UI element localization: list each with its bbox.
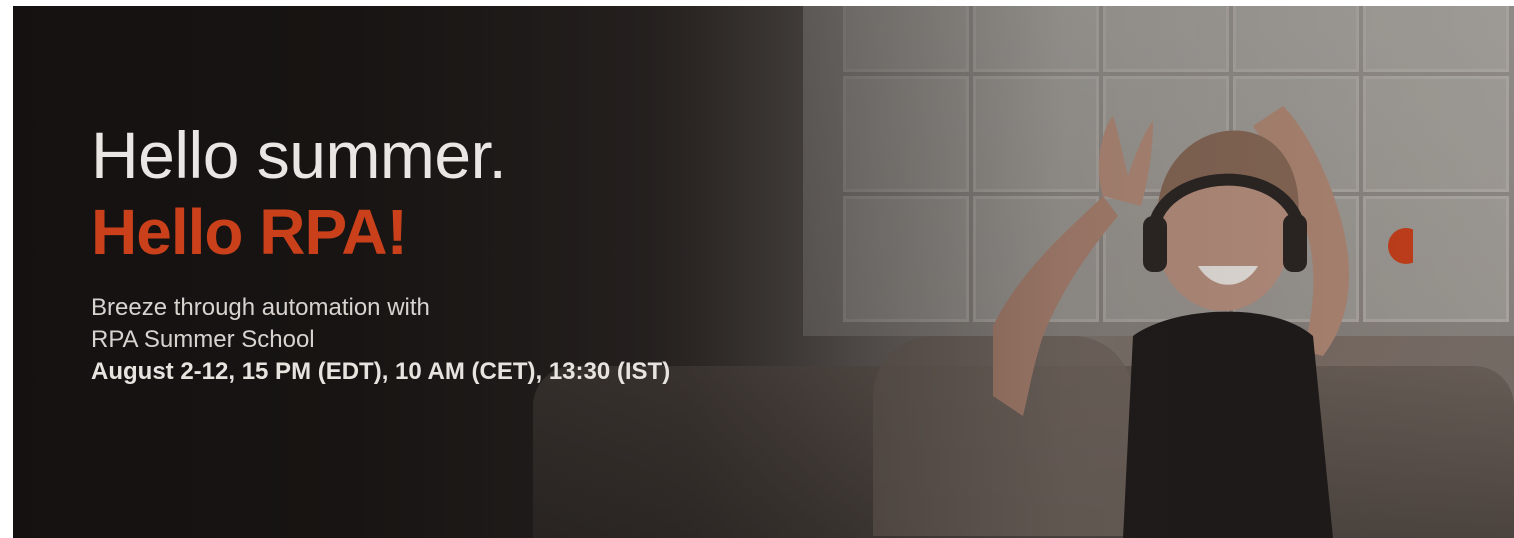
- promo-banner[interactable]: Hello summer. Hello RPA! Breeze through …: [13, 6, 1514, 538]
- page: Hello summer. Hello RPA! Breeze through …: [0, 0, 1514, 538]
- subtitle-line-1: Breeze through automation with: [91, 294, 430, 321]
- subtitle-line-2: RPA Summer School: [91, 326, 315, 353]
- headline-hello-rpa: Hello RPA!: [91, 196, 408, 268]
- banner-text: Hello summer. Hello RPA! Breeze through …: [91, 116, 851, 388]
- event-schedule: August 2-12, 15 PM (EDT), 10 AM (CET), 1…: [91, 358, 671, 385]
- headline-hello-summer: Hello summer.: [91, 118, 507, 192]
